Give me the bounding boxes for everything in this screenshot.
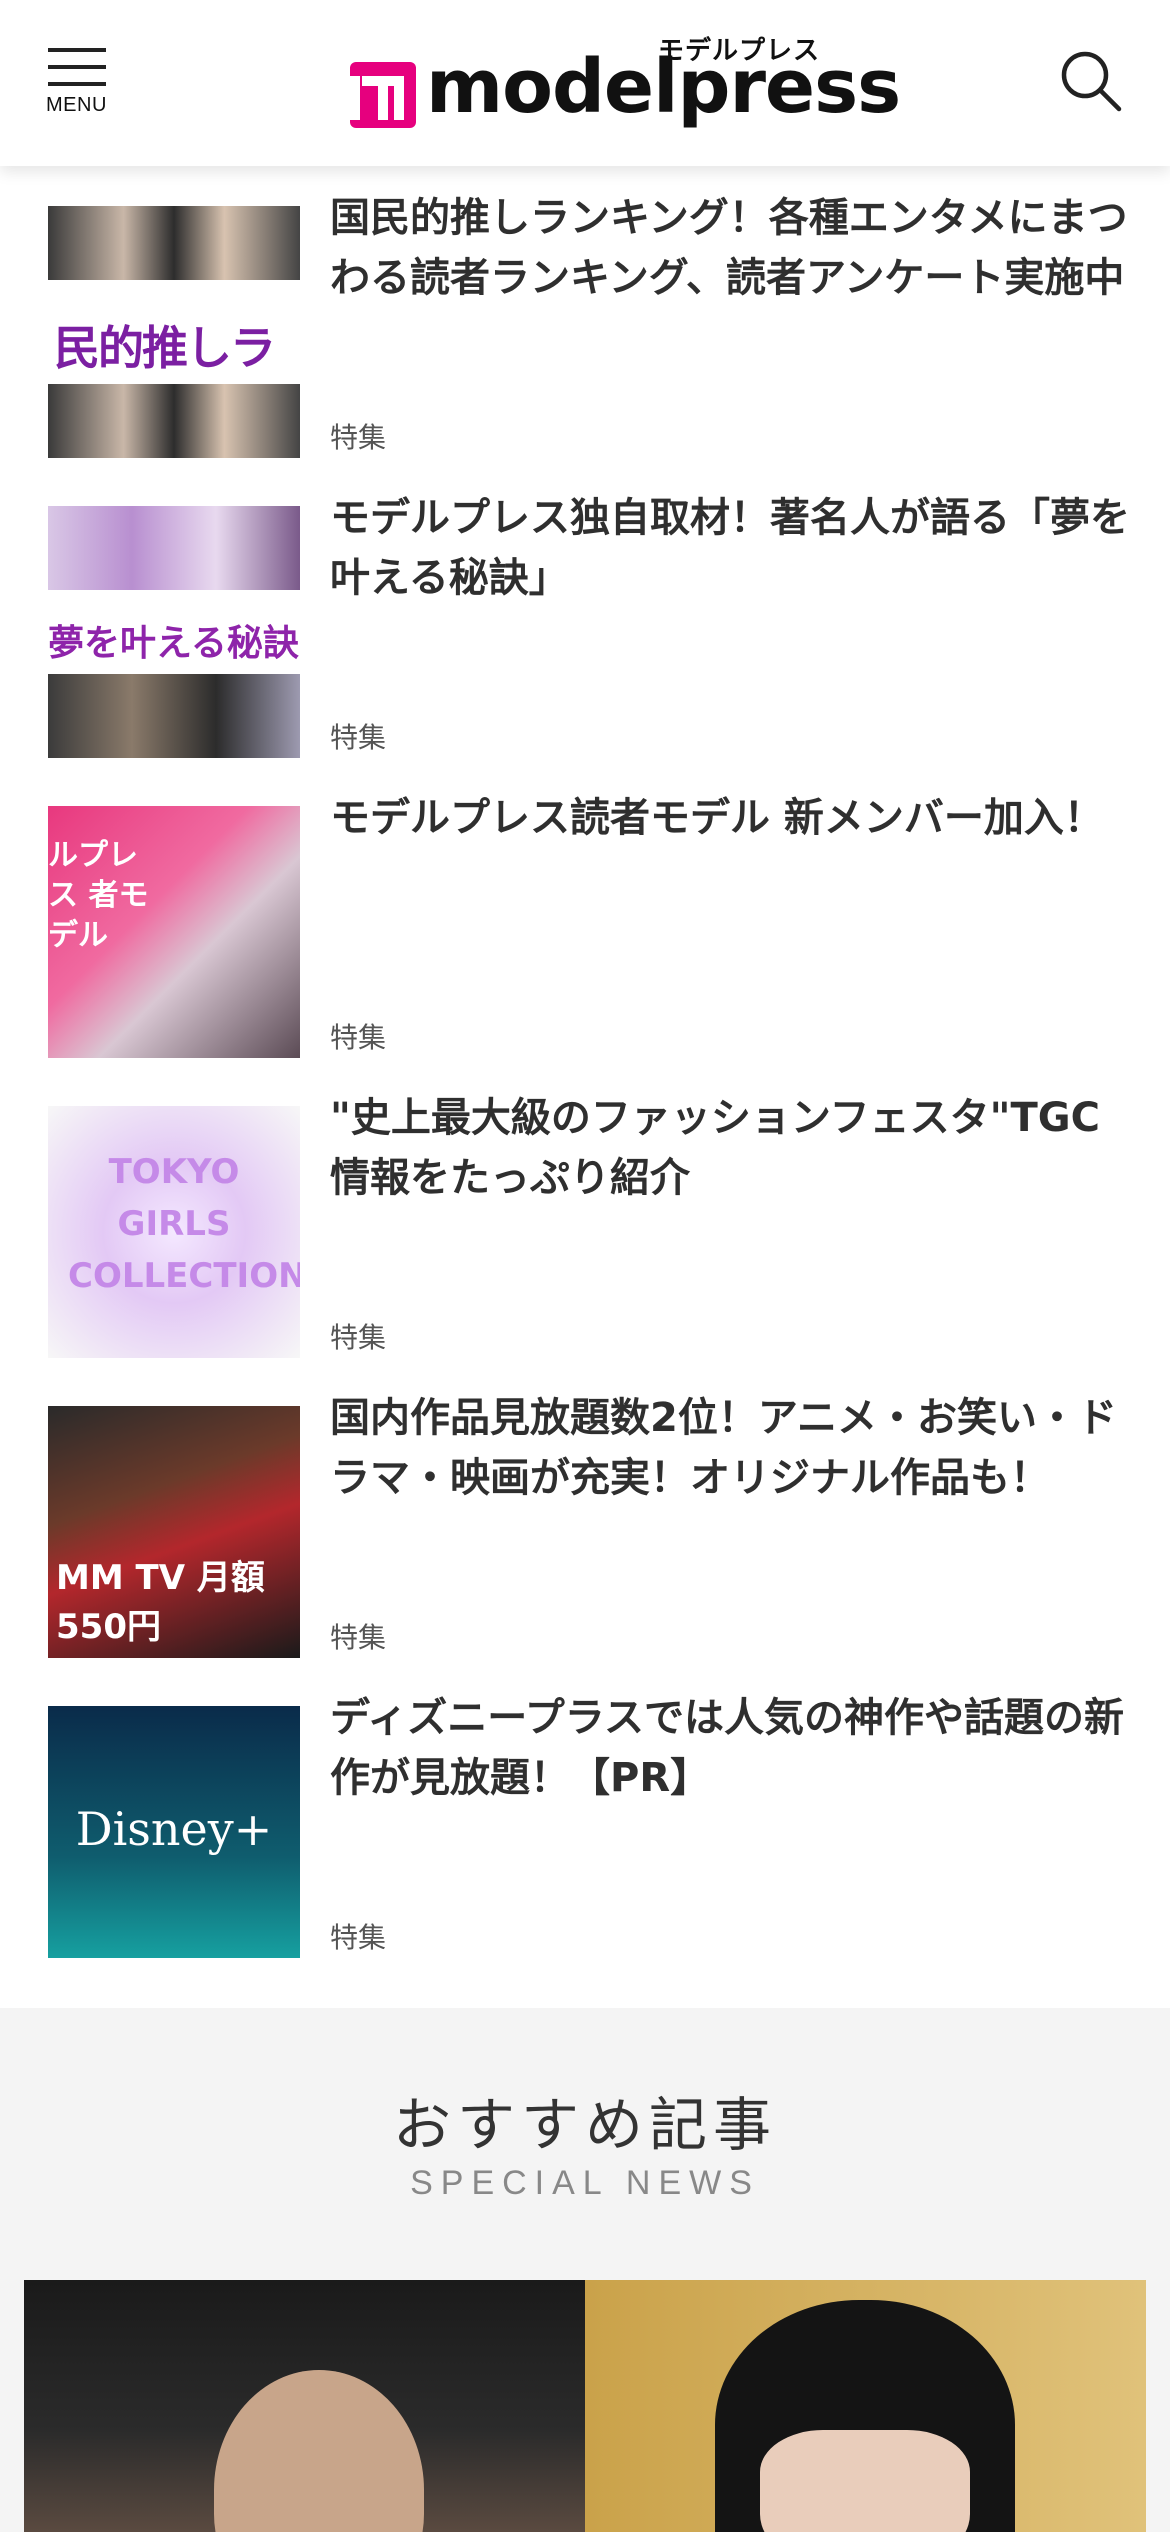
thumbnail-caption: ルプレス 者モデル	[48, 838, 149, 953]
photo-right	[585, 2280, 1146, 2532]
feature-list: 民的推しランキ 国民的推しランキング！各種エンタメにまつわる読者ランキング、読者…	[0, 166, 1170, 1966]
hamburger-menu-icon	[48, 48, 106, 86]
search-button[interactable]	[1058, 48, 1124, 114]
section-title: おすすめ記事	[392, 2091, 777, 2159]
feature-tag: 特集	[330, 1621, 387, 1654]
site-logo[interactable]: モデルプレス modelpress	[350, 30, 901, 140]
feature-title[interactable]: モデルプレス読者モデル 新メンバー加入！	[330, 788, 1130, 848]
logo-m-icon	[350, 62, 416, 128]
feature-item[interactable]: 民的推しランキ 国民的推しランキング！各種エンタメにまつわる読者ランキング、読者…	[0, 166, 1170, 466]
feature-item[interactable]: Disney+ ディズニープラスでは人気の神作や話題の新作が見放題！【PR】 特…	[0, 1666, 1170, 1966]
menu-label: MENU	[46, 94, 107, 116]
feature-thumbnail: MM TV 月額550円	[48, 1406, 300, 1658]
feature-title[interactable]: モデルプレス独自取材！著名人が語る「夢を叶える秘訣」	[330, 488, 1130, 608]
special-news-image[interactable]	[24, 2280, 1146, 2532]
feature-thumbnail: 夢を叶える秘訣	[48, 506, 300, 758]
logo-text: modelpress	[426, 44, 901, 130]
feature-title[interactable]: ディズニープラスでは人気の神作や話題の新作が見放題！【PR】	[330, 1688, 1130, 1808]
thumbnail-caption: MM TV 月額550円	[56, 1558, 265, 1647]
feature-item[interactable]: ルプレス 者モデル モデルプレス読者モデル 新メンバー加入！ 特集	[0, 766, 1170, 1066]
feature-title[interactable]: 国内作品見放題数2位！アニメ・お笑い・ドラマ・映画が充実！オリジナル作品も！	[330, 1388, 1130, 1508]
feature-item[interactable]: 夢を叶える秘訣 モデルプレス独自取材！著名人が語る「夢を叶える秘訣」 特集	[0, 466, 1170, 766]
feature-tag: 特集	[330, 721, 387, 754]
feature-title[interactable]: 国民的推しランキング！各種エンタメにまつわる読者ランキング、読者アンケート実施中	[330, 188, 1130, 308]
feature-thumbnail: 民的推しランキ	[48, 206, 300, 458]
feature-thumbnail: TOKYO GIRLS COLLECTION	[48, 1106, 300, 1358]
feature-tag: 特集	[330, 1321, 387, 1354]
feature-tag: 特集	[330, 1921, 387, 1954]
feature-tag: 特集	[330, 421, 387, 454]
feature-item[interactable]: MM TV 月額550円 国内作品見放題数2位！アニメ・お笑い・ドラマ・映画が充…	[0, 1366, 1170, 1666]
feature-thumbnail: ルプレス 者モデル	[48, 806, 300, 1058]
thumbnail-caption: TOKYO GIRLS COLLECTION	[68, 1152, 300, 1296]
menu-button[interactable]: MENU	[46, 46, 110, 122]
feature-thumbnail: Disney+	[48, 1706, 300, 1958]
photo-left	[24, 2280, 585, 2532]
section-subtitle: SPECIAL NEWS	[410, 2164, 760, 2202]
feature-item[interactable]: TOKYO GIRLS COLLECTION "史上最大級のファッションフェスタ…	[0, 1066, 1170, 1366]
thumbnail-caption: Disney+	[75, 1802, 273, 1856]
feature-title[interactable]: "史上最大級のファッションフェスタ"TGC情報をたっぷり紹介	[330, 1088, 1130, 1208]
feature-tag: 特集	[330, 1021, 387, 1054]
search-icon	[1061, 51, 1122, 112]
site-header: MENU モデルプレス modelpress	[0, 0, 1170, 166]
thumbnail-caption: 夢を叶える秘訣	[48, 623, 299, 664]
special-news-section: おすすめ記事 SPECIAL NEWS	[0, 2008, 1170, 2532]
